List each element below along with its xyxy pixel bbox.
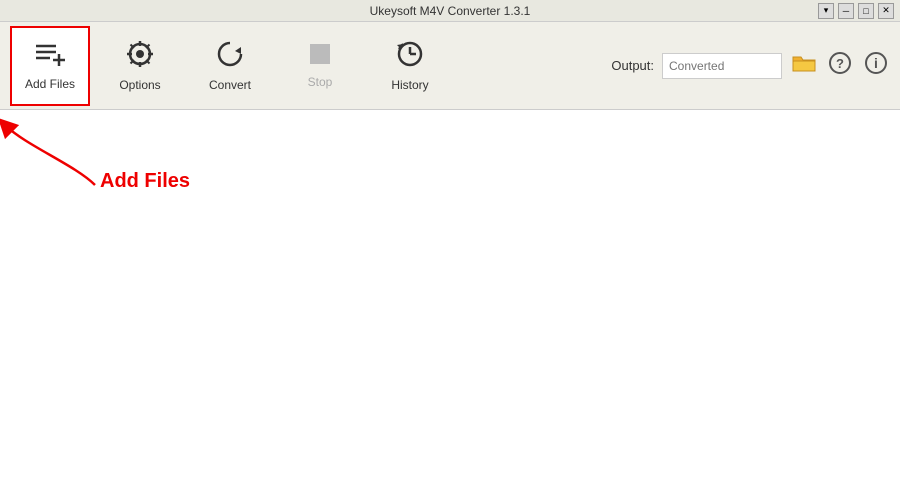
maximize-btn[interactable]: □: [858, 3, 874, 19]
history-button[interactable]: History: [370, 26, 450, 106]
output-label: Output:: [611, 58, 654, 73]
info-button[interactable]: i: [862, 52, 890, 80]
browse-folder-button[interactable]: [790, 53, 818, 79]
options-button[interactable]: Options: [100, 26, 180, 106]
folder-icon: [792, 53, 816, 79]
toolbar: Add Files Options: [0, 22, 900, 110]
output-input[interactable]: [662, 53, 782, 79]
minimize-btn[interactable]: ─: [838, 3, 854, 19]
help-icon: ?: [829, 52, 851, 80]
convert-icon: [215, 39, 245, 74]
svg-text:?: ?: [836, 56, 844, 71]
stop-button[interactable]: Stop: [280, 26, 360, 106]
help-button[interactable]: ?: [826, 52, 854, 80]
stop-icon: [308, 42, 332, 71]
add-files-label: Add Files: [25, 77, 75, 91]
options-icon: [125, 39, 155, 74]
add-files-button[interactable]: Add Files: [10, 26, 90, 106]
info-icon: i: [865, 52, 887, 80]
close-btn[interactable]: ✕: [878, 3, 894, 19]
convert-label: Convert: [209, 78, 251, 92]
stop-label: Stop: [308, 75, 333, 89]
annotation: Add Files: [95, 125, 190, 193]
window-controls: ▾ ─ □ ✕: [818, 3, 894, 19]
dropdown-btn[interactable]: ▾: [818, 3, 834, 19]
main-content: Add Files: [0, 110, 900, 500]
add-files-icon: [34, 40, 66, 73]
svg-text:i: i: [874, 55, 878, 71]
app-title: Ukeysoft M4V Converter 1.3.1: [370, 4, 531, 18]
output-section: Output: ? i: [611, 52, 890, 80]
history-label: History: [391, 78, 428, 92]
options-label: Options: [119, 78, 160, 92]
title-bar: Ukeysoft M4V Converter 1.3.1 ▾ ─ □ ✕: [0, 0, 900, 22]
history-icon: [395, 39, 425, 74]
convert-button[interactable]: Convert: [190, 26, 270, 106]
arrow-annotation: [0, 115, 115, 195]
